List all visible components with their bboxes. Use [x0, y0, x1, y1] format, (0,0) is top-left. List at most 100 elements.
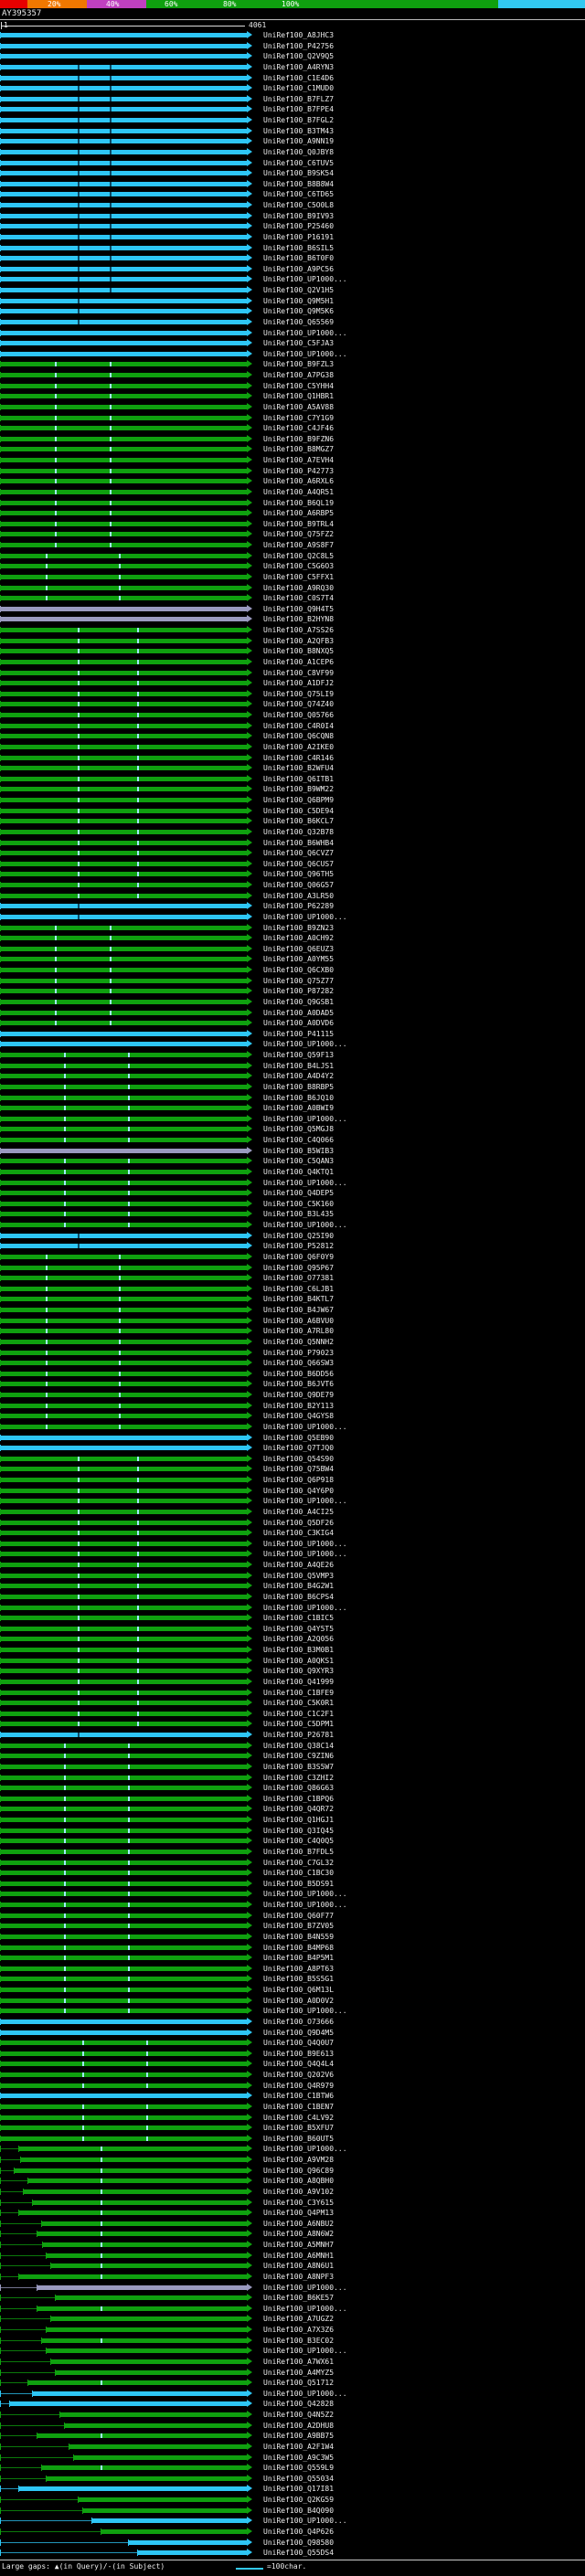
- hit-bar[interactable]: [0, 2104, 247, 2109]
- hit-label[interactable]: UniRef100_A7PG38: [263, 371, 334, 380]
- hit-label[interactable]: UniRef100_Q75Z77: [263, 977, 334, 986]
- hit-label[interactable]: UniRef100_UP1000...: [263, 2390, 347, 2399]
- hit-bar[interactable]: [73, 2455, 247, 2460]
- hit-label[interactable]: UniRef100_Q6CVZ7: [263, 849, 334, 858]
- hit-label[interactable]: UniRef100_Q54S90: [263, 1455, 334, 1464]
- hit-bar[interactable]: [0, 809, 247, 813]
- hit-bar[interactable]: [0, 1446, 247, 1450]
- hit-label[interactable]: UniRef100_A1CEP6: [263, 658, 334, 667]
- hit-label[interactable]: UniRef100_UP1000...: [263, 1423, 347, 1432]
- hit-bar[interactable]: [0, 1393, 247, 1397]
- hit-bar[interactable]: [0, 1244, 247, 1248]
- hit-bar[interactable]: [0, 1765, 247, 1769]
- hit-label[interactable]: UniRef100_A8QBH0: [263, 2177, 334, 2186]
- hit-bar[interactable]: [0, 734, 247, 738]
- hit-label[interactable]: UniRef100_C5FJA3: [263, 339, 334, 348]
- hit-bar[interactable]: [32, 2200, 247, 2205]
- hit-label[interactable]: UniRef100_A8N6W2: [263, 2230, 334, 2239]
- hit-bar[interactable]: [0, 1807, 247, 1811]
- hit-bar[interactable]: [0, 1457, 247, 1461]
- hit-bar[interactable]: [0, 214, 247, 218]
- hit-label[interactable]: UniRef100_Q75BW4: [263, 1465, 334, 1474]
- hit-label[interactable]: UniRef100_P25460: [263, 222, 334, 231]
- hit-label[interactable]: UniRef100_B6JVT6: [263, 1380, 334, 1389]
- hit-label[interactable]: UniRef100_C5DE94: [263, 807, 334, 816]
- hit-bar[interactable]: [0, 1074, 247, 1078]
- hit-bar[interactable]: [0, 1138, 247, 1142]
- hit-label[interactable]: UniRef100_P16191: [263, 233, 334, 242]
- hit-bar[interactable]: [0, 76, 247, 80]
- hit-label[interactable]: UniRef100_A4D4Y2: [263, 1072, 334, 1081]
- hit-label[interactable]: UniRef100_A2QFB3: [263, 637, 334, 646]
- hit-label[interactable]: UniRef100_Q5NNH2: [263, 1338, 334, 1347]
- hit-bar[interactable]: [0, 1839, 247, 1843]
- hit-bar[interactable]: [0, 936, 247, 940]
- hit-label[interactable]: UniRef100_Q7TJQ0: [263, 1444, 334, 1453]
- hit-bar[interactable]: [46, 2327, 247, 2332]
- hit-label[interactable]: UniRef100_Q55034: [263, 2475, 334, 2484]
- hit-label[interactable]: UniRef100_C1MUD0: [263, 84, 334, 93]
- hit-bar[interactable]: [0, 1892, 247, 1896]
- hit-bar[interactable]: [0, 1903, 247, 1907]
- hit-label[interactable]: UniRef100_Q05766: [263, 711, 334, 720]
- hit-bar[interactable]: [0, 586, 247, 590]
- hit-bar[interactable]: [0, 1637, 247, 1641]
- hit-label[interactable]: UniRef100_A8PT63: [263, 1965, 334, 1974]
- hit-label[interactable]: UniRef100_A8NPF3: [263, 2273, 334, 2282]
- hit-bar[interactable]: [0, 394, 247, 398]
- hit-bar[interactable]: [0, 798, 247, 802]
- hit-label[interactable]: UniRef100_Q6EUZ3: [263, 945, 334, 954]
- hit-label[interactable]: UniRef100_A9PC56: [263, 265, 334, 274]
- hit-bar[interactable]: [0, 437, 247, 441]
- hit-bar[interactable]: [0, 97, 247, 101]
- hit-label[interactable]: UniRef100_UP1000...: [263, 1179, 347, 1188]
- hit-bar[interactable]: [0, 1064, 247, 1068]
- hit-label[interactable]: UniRef100_B8B8W4: [263, 180, 334, 189]
- hit-label[interactable]: UniRef100_B6KE57: [263, 2294, 334, 2303]
- hit-bar[interactable]: [0, 851, 247, 855]
- hit-label[interactable]: UniRef100_Q5MGJ8: [263, 1125, 334, 1134]
- hit-bar[interactable]: [0, 277, 247, 281]
- hit-label[interactable]: UniRef100_Q9M5H1: [263, 297, 334, 306]
- hit-label[interactable]: UniRef100_C0S7T4: [263, 594, 334, 603]
- hit-bar[interactable]: [0, 2019, 247, 2024]
- hit-label[interactable]: UniRef100_C7GL32: [263, 1859, 334, 1868]
- hit-bar[interactable]: [0, 543, 247, 547]
- hit-bar[interactable]: [0, 129, 247, 133]
- hit-bar[interactable]: [0, 44, 247, 48]
- hit-bar[interactable]: [0, 1276, 247, 1280]
- hit-bar[interactable]: [0, 522, 247, 526]
- hit-bar[interactable]: [0, 596, 247, 600]
- hit-label[interactable]: UniRef100_Q4N5Z2: [263, 2411, 334, 2420]
- hit-bar[interactable]: [0, 161, 247, 165]
- hit-bar[interactable]: [0, 1149, 247, 1153]
- hit-label[interactable]: UniRef100_C5QAN3: [263, 1157, 334, 1166]
- hit-bar[interactable]: [41, 2338, 247, 2343]
- hit-bar[interactable]: [0, 872, 247, 876]
- hit-label[interactable]: UniRef100_Q6F0Y9: [263, 1253, 334, 1262]
- hit-label[interactable]: UniRef100_Q86G63: [263, 1784, 334, 1793]
- hit-label[interactable]: UniRef100_A7SS26: [263, 626, 334, 635]
- hit-label[interactable]: UniRef100_Q96C89: [263, 2167, 334, 2176]
- hit-label[interactable]: UniRef100_B4KTL7: [263, 1295, 334, 1304]
- hit-label[interactable]: UniRef100_O77381: [263, 1274, 334, 1283]
- hit-bar[interactable]: [0, 1255, 247, 1259]
- hit-bar[interactable]: [0, 628, 247, 632]
- hit-bar[interactable]: [9, 2401, 247, 2406]
- hit-label[interactable]: UniRef100_Q2V9Q5: [263, 52, 334, 61]
- hit-label[interactable]: UniRef100_UP1000...: [263, 1890, 347, 1899]
- hit-bar[interactable]: [0, 1595, 247, 1599]
- hit-bar[interactable]: [0, 1382, 247, 1386]
- hit-bar[interactable]: [0, 2030, 247, 2035]
- hit-bar[interactable]: [78, 2497, 247, 2502]
- hit-bar[interactable]: [0, 2041, 247, 2045]
- hit-bar[interactable]: [0, 1308, 247, 1312]
- hit-label[interactable]: UniRef100_C5K160: [263, 1200, 334, 1209]
- hit-bar[interactable]: [0, 320, 247, 324]
- hit-bar[interactable]: [0, 1935, 247, 1939]
- hit-label[interactable]: UniRef100_C5DPM1: [263, 1720, 334, 1729]
- hit-bar[interactable]: [0, 107, 247, 111]
- hit-bar[interactable]: [0, 1659, 247, 1663]
- hit-label[interactable]: UniRef100_B7FLZ7: [263, 95, 334, 104]
- hit-bar[interactable]: [0, 1032, 247, 1036]
